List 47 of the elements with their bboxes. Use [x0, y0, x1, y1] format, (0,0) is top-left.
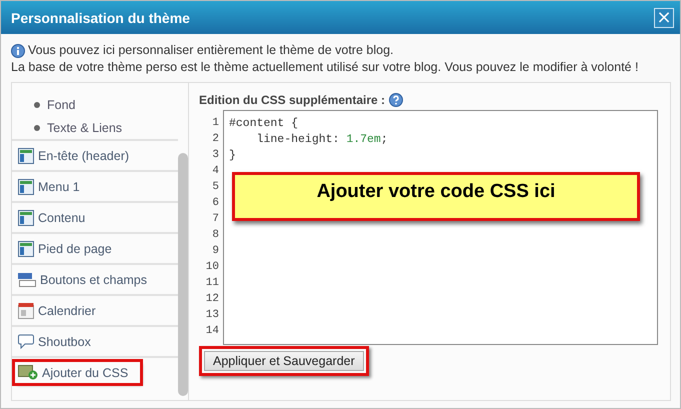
editor-label: Edition du CSS supplémentaire : [199, 93, 386, 107]
line-number: 9 [212, 244, 219, 259]
code-line: #content { [229, 116, 300, 132]
sidebar-item[interactable]: En-tête (header) [15, 146, 132, 166]
bullet-icon [34, 124, 40, 130]
sidebar-item[interactable]: Fond [47, 98, 76, 112]
line-number: 14 [206, 324, 219, 339]
line-number: 6 [212, 196, 219, 211]
close-button[interactable]: × [654, 8, 674, 28]
line-number: 1 [212, 116, 219, 131]
line-number: 8 [212, 228, 219, 243]
css-add-icon [18, 365, 38, 380]
layout-icon [18, 240, 34, 256]
line-number: 4 [212, 164, 219, 179]
line-number: 5 [212, 180, 219, 195]
sidebar-item[interactable]: Calendrier [15, 300, 99, 321]
line-number: 7 [212, 212, 219, 227]
info-text: Vous pouvez ici personnaliser entièrement le thème de votre blog. [28, 42, 394, 59]
scrollbar[interactable] [178, 153, 188, 396]
sidebar-item[interactable]: Contenu [15, 208, 88, 228]
window-title: Personnalisation du thème [11, 10, 190, 26]
callout-text: Ajouter votre code CSS ici [316, 181, 556, 204]
layout-icon [18, 148, 34, 164]
line-number: 2 [212, 132, 219, 147]
calendar-icon [18, 302, 34, 319]
sidebar-item[interactable]: Boutons et champs [15, 270, 150, 290]
layout-icon [18, 178, 34, 194]
line-number: 10 [206, 260, 219, 275]
sidebar-item[interactable]: Pied de page [15, 238, 115, 258]
line-number: 3 [212, 148, 219, 163]
bullet-icon [34, 102, 40, 108]
info-icon [11, 44, 25, 58]
line-number: 11 [206, 276, 219, 291]
sidebar-item[interactable]: Shoutbox [15, 332, 94, 351]
code-line: } [229, 148, 237, 164]
sidebar-item[interactable]: Menu 1 [15, 176, 83, 196]
code-line: line-height: 1.7em; [256, 132, 389, 148]
line-number: 12 [206, 292, 219, 307]
sidebar-item[interactable]: Texte & Liens [47, 120, 122, 134]
speech-bubble-icon [18, 334, 34, 349]
line-number: 13 [206, 308, 219, 323]
save-button[interactable]: Appliquer et Sauvegarder [204, 351, 364, 371]
help-icon[interactable] [389, 93, 404, 107]
info-text: La base de votre thème perso est le thème actuellement utilisé sur votre blog. Vous pouvez le modifier à volonté ! [11, 59, 638, 76]
buttons-icon [18, 272, 36, 288]
sidebar-item[interactable]: Ajouter du CSS [15, 362, 140, 383]
layout-icon [18, 210, 34, 226]
